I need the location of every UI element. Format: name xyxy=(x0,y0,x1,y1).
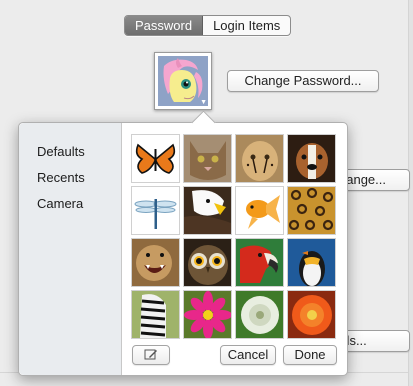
image-butterfly[interactable] xyxy=(131,134,180,183)
image-dragonfly[interactable] xyxy=(131,186,180,235)
user-avatar-button[interactable]: ▼ xyxy=(154,52,212,110)
sidebar-item-defaults[interactable]: Defaults xyxy=(37,144,85,159)
image-dog[interactable] xyxy=(287,134,336,183)
image-cat[interactable] xyxy=(183,134,232,183)
pencil-icon xyxy=(144,349,157,360)
picture-picker-popover: Defaults Recents Camera Cancel Done xyxy=(18,110,348,376)
image-lion[interactable] xyxy=(131,238,180,287)
sidebar-item-recents[interactable]: Recents xyxy=(37,170,85,185)
window-edge xyxy=(408,0,413,386)
dropdown-caret-icon: ▼ xyxy=(200,99,207,106)
tab-password[interactable]: Password xyxy=(125,16,204,35)
image-leopard[interactable] xyxy=(287,186,336,235)
image-penguin[interactable] xyxy=(287,238,336,287)
image-parrot[interactable] xyxy=(235,238,284,287)
tab-bar: Password Login Items xyxy=(124,15,292,36)
picker-sidebar: Defaults Recents Camera xyxy=(19,123,122,375)
edit-picture-button[interactable] xyxy=(132,345,170,365)
change-password-button[interactable]: Change Password... xyxy=(227,70,379,92)
cancel-button[interactable]: Cancel xyxy=(220,345,276,365)
image-goldfish[interactable] xyxy=(235,186,284,235)
image-pink-flower[interactable] xyxy=(183,290,232,339)
done-button[interactable]: Done xyxy=(283,345,337,365)
image-zebra[interactable] xyxy=(131,290,180,339)
sidebar-item-camera[interactable]: Camera xyxy=(37,196,83,211)
image-owl[interactable] xyxy=(183,238,232,287)
image-eagle[interactable] xyxy=(183,186,232,235)
image-red-flower[interactable] xyxy=(287,290,336,339)
image-cheetah[interactable] xyxy=(235,134,284,183)
popover-arrow xyxy=(191,110,216,135)
tab-login-items[interactable]: Login Items xyxy=(203,16,290,35)
image-dandelion[interactable] xyxy=(235,290,284,339)
